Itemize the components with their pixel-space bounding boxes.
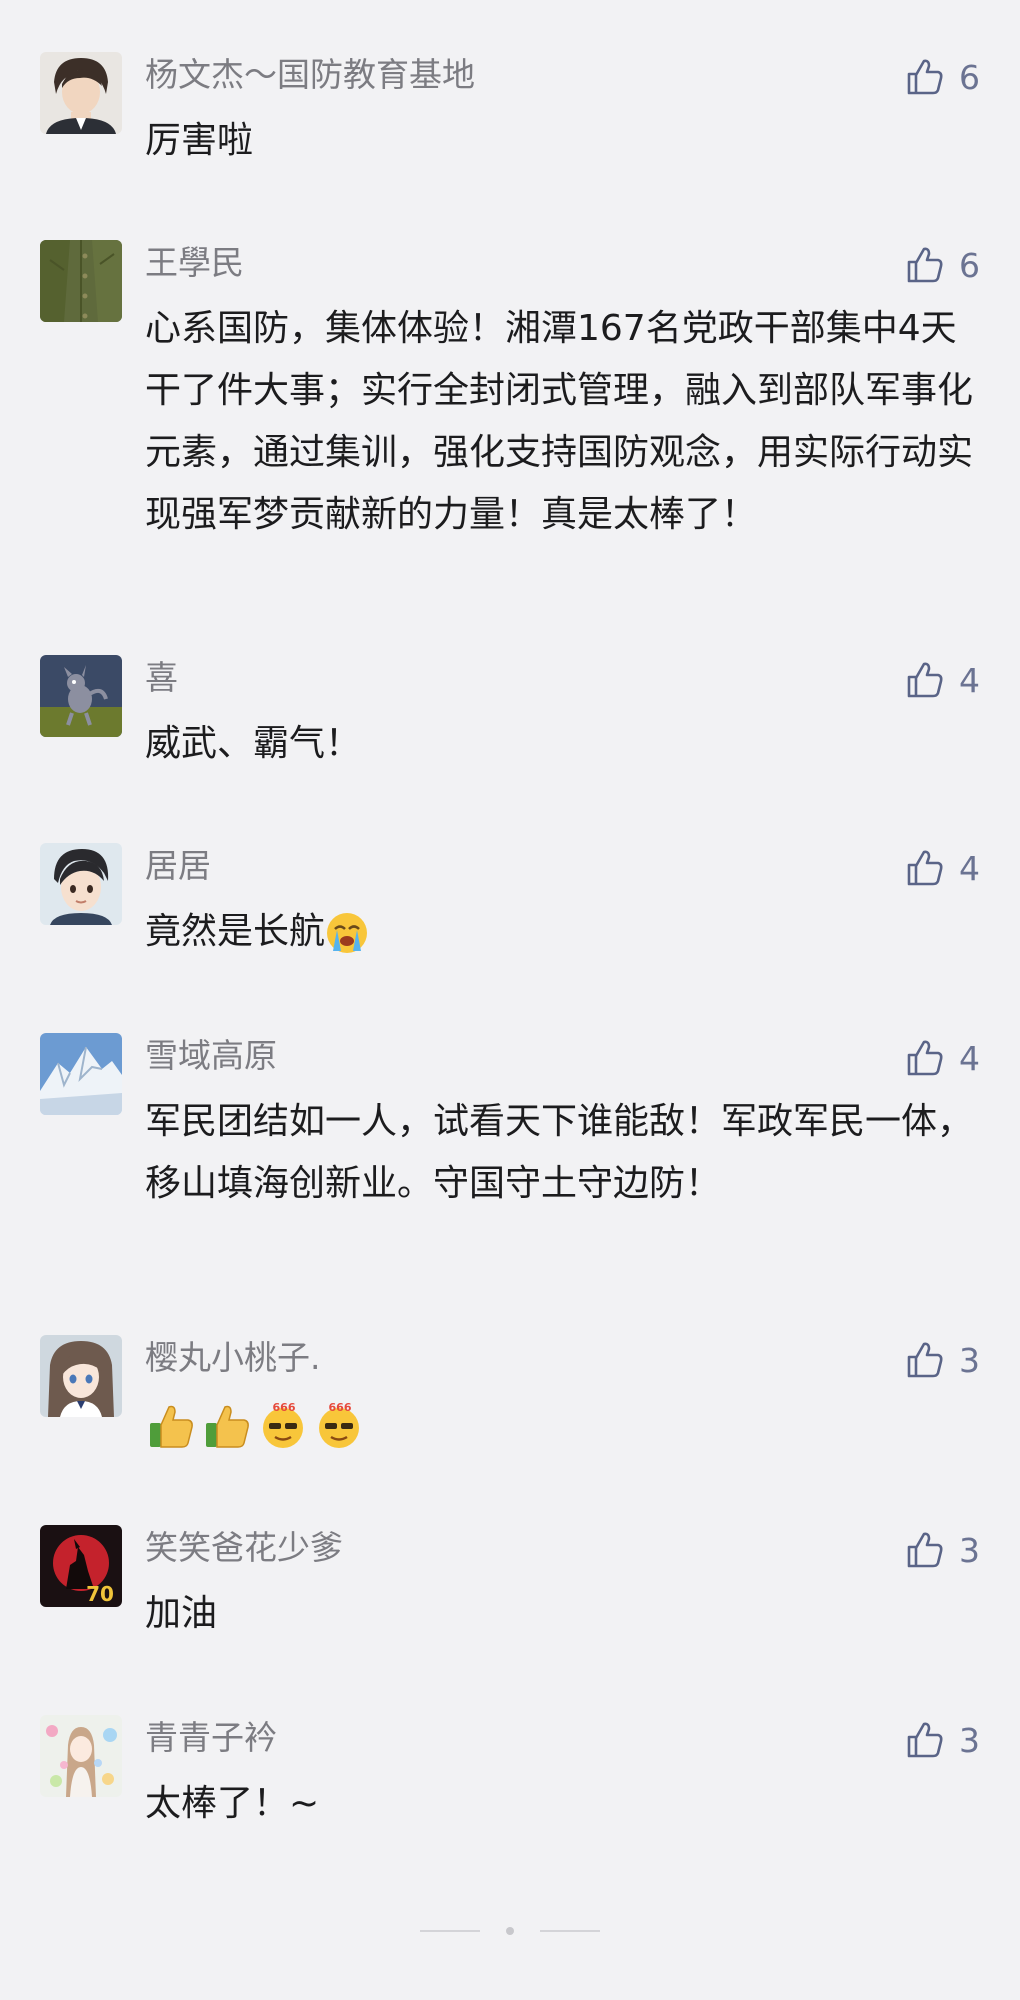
- thumbs-up-icon: [905, 660, 945, 700]
- comment-text: 太棒了！~: [145, 1783, 320, 1824]
- thumbs-up-icon: [905, 245, 945, 285]
- avatar[interactable]: [40, 1715, 122, 1797]
- 666-emoji: 666: [313, 1399, 365, 1451]
- comment-username[interactable]: 杨文杰～国防教育基地: [145, 54, 475, 96]
- comment-username[interactable]: 喜: [145, 657, 178, 699]
- comment-text: 竟然是长航: [145, 901, 975, 963]
- page-indicator-dot: [506, 1927, 514, 1935]
- like-button[interactable]: 6: [905, 244, 980, 286]
- like-count: 4: [959, 660, 980, 700]
- crying-emoji: [325, 911, 369, 955]
- avatar[interactable]: [40, 52, 122, 134]
- comment-username[interactable]: 笑笑爸花少爹: [145, 1527, 343, 1569]
- comment-username[interactable]: 居居: [145, 845, 211, 887]
- like-count: 6: [959, 57, 980, 97]
- comment-list: 杨文杰～国防教育基地 6 厉害啦 王學民 6 心系国防，集体体验！湘潭167名党…: [0, 0, 1020, 2000]
- like-count: 3: [959, 1720, 980, 1760]
- thumbs-up-icon: [905, 848, 945, 888]
- avatar-badge-text: 70: [86, 1582, 114, 1606]
- like-button[interactable]: 3: [905, 1339, 980, 1381]
- like-button[interactable]: 4: [905, 847, 980, 889]
- avatar[interactable]: [40, 1033, 122, 1115]
- comment-text: 军民团结如一人，试看天下谁能敌！军政军民一体，移山填海创新业。守国守土守边防！: [145, 1101, 974, 1204]
- avatar[interactable]: [40, 1335, 122, 1417]
- thumbs-up-icon: [905, 1720, 945, 1760]
- thumbs-up-icon: [905, 1530, 945, 1570]
- comment-username[interactable]: 樱丸小桃子.: [145, 1337, 321, 1379]
- avatar[interactable]: [40, 240, 122, 322]
- like-button[interactable]: 3: [905, 1719, 980, 1761]
- thumbs-up-icon: [905, 1340, 945, 1380]
- thumbs-up-icon: [905, 1038, 945, 1078]
- like-button[interactable]: 4: [905, 659, 980, 701]
- comment-username[interactable]: 王學民: [145, 242, 244, 284]
- comment-text: 威武、霸气！: [145, 723, 362, 764]
- thumbs-up-emoji: [201, 1399, 253, 1451]
- svg-text:666: 666: [329, 1401, 352, 1414]
- like-count: 6: [959, 245, 980, 285]
- like-button[interactable]: 4: [905, 1037, 980, 1079]
- comment-username[interactable]: 青青子衿: [145, 1717, 277, 1759]
- like-count: 4: [959, 848, 980, 888]
- avatar[interactable]: 70: [40, 1525, 122, 1607]
- comment-text-body: 竟然是长航: [145, 911, 326, 952]
- like-button[interactable]: 3: [905, 1529, 980, 1571]
- comment-text: 心系国防，集体体验！湘潭167名党政干部集中4天干了件大事；实行全封闭式管理，融…: [145, 308, 974, 535]
- comment-text: 666 666: [145, 1393, 975, 1455]
- like-count: 3: [959, 1530, 980, 1570]
- 666-emoji: 666: [257, 1399, 309, 1451]
- avatar[interactable]: [40, 655, 122, 737]
- thumbs-up-emoji: [145, 1399, 197, 1451]
- like-button[interactable]: 6: [905, 56, 980, 98]
- comment-username[interactable]: 雪域高原: [145, 1035, 277, 1077]
- like-count: 4: [959, 1038, 980, 1078]
- like-count: 3: [959, 1340, 980, 1380]
- page-indicator: [420, 1927, 600, 1935]
- comment-text: 厉害啦: [145, 120, 254, 161]
- avatar[interactable]: [40, 843, 122, 925]
- comment-text: 加油: [145, 1593, 218, 1634]
- page-indicator-bar: [420, 1930, 480, 1932]
- page-indicator-bar: [540, 1930, 600, 1932]
- svg-text:666: 666: [273, 1401, 296, 1414]
- thumbs-up-icon: [905, 57, 945, 97]
